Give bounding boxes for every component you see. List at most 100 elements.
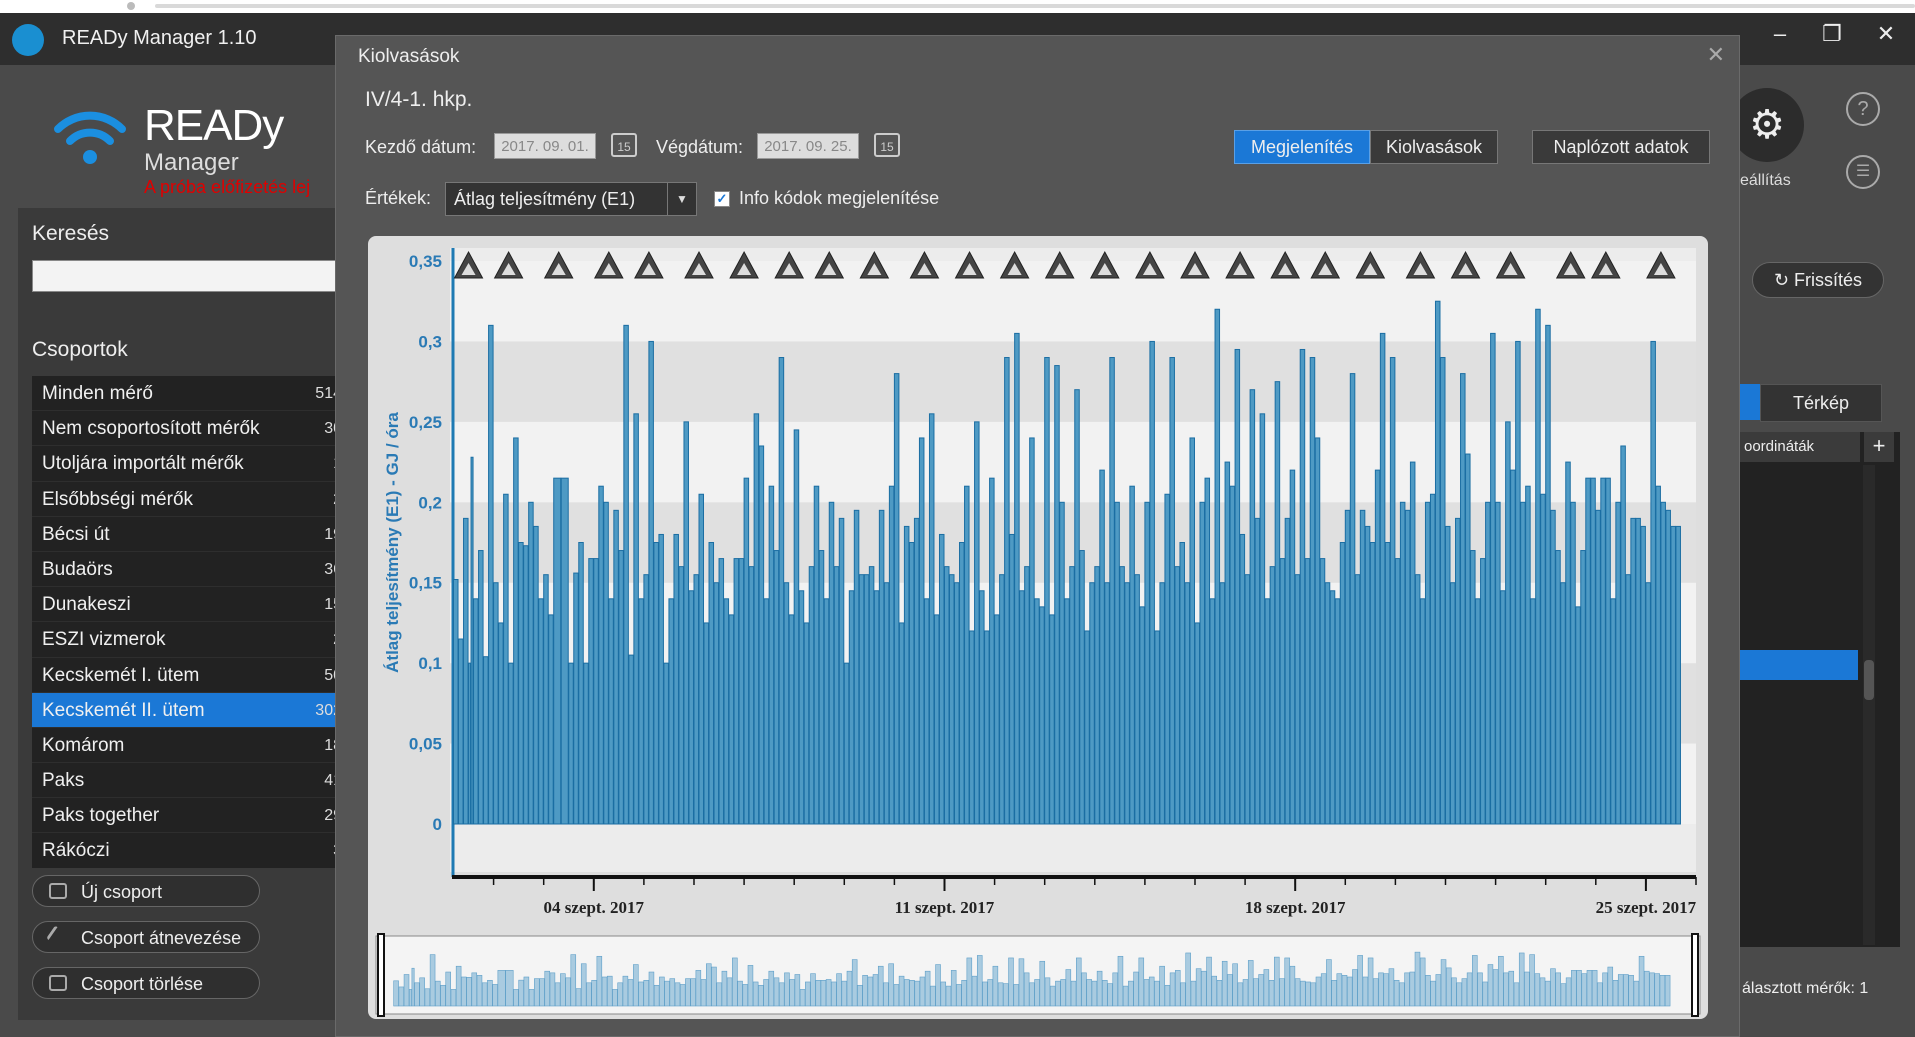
group-name: ESZI vizmerok bbox=[42, 629, 166, 651]
data-bar bbox=[608, 598, 614, 825]
group-item[interactable]: Komárom 18 bbox=[32, 728, 352, 764]
dialog-title: Kiolvasások bbox=[358, 46, 460, 67]
data-bar bbox=[1124, 582, 1130, 825]
group-item[interactable]: Utoljára importált mérők1 bbox=[32, 446, 352, 482]
data-bar bbox=[1304, 558, 1311, 825]
navigator-bar bbox=[513, 989, 519, 1007]
tab-readings[interactable]: Kiolvasások bbox=[1370, 130, 1498, 164]
navigator-bar bbox=[1211, 975, 1218, 1007]
navigator-bar bbox=[1503, 972, 1509, 1007]
navigator-bar bbox=[1268, 980, 1275, 1007]
data-bar bbox=[883, 582, 890, 825]
y-tick-label: 0,2 bbox=[418, 493, 442, 512]
map-tab[interactable]: Térkép bbox=[1760, 384, 1882, 422]
group-item[interactable]: Paks 41 bbox=[32, 763, 352, 799]
tab-display[interactable]: Megjelenítés bbox=[1234, 130, 1370, 164]
group-item[interactable]: Kecskemét I. ütem 50 bbox=[32, 658, 352, 693]
navigator-bar bbox=[575, 988, 582, 1007]
data-bar bbox=[1585, 477, 1591, 825]
navigator-bar bbox=[1258, 974, 1264, 1007]
data-bar bbox=[743, 477, 750, 825]
logged-data-button[interactable]: Naplózott adatok bbox=[1532, 130, 1710, 164]
data-bar bbox=[954, 582, 960, 825]
data-bar bbox=[893, 373, 900, 825]
options-list-icon[interactable]: ☰ bbox=[1846, 155, 1880, 189]
end-date-input[interactable]: 2017. 09. 25. bbox=[757, 133, 859, 159]
settings-gear-icon[interactable]: ⚙ bbox=[1730, 88, 1804, 162]
navigator-right-handle[interactable] bbox=[1691, 933, 1699, 1017]
navigator-bar bbox=[940, 981, 947, 1007]
data-bar bbox=[1470, 550, 1476, 825]
data-bar bbox=[989, 477, 995, 825]
navigator-bar bbox=[805, 981, 811, 1007]
data-bar bbox=[1319, 558, 1326, 825]
data-bar bbox=[653, 542, 659, 825]
navigator-bar bbox=[1576, 970, 1582, 1007]
navigator-bar bbox=[622, 975, 629, 1007]
start-date-input[interactable]: 2017. 09. 01. bbox=[494, 133, 596, 159]
navigator-bar bbox=[1128, 980, 1134, 1007]
data-bar bbox=[573, 572, 579, 825]
search-input[interactable] bbox=[32, 260, 354, 292]
data-bar bbox=[1329, 590, 1336, 825]
navigator-left-handle[interactable] bbox=[377, 933, 385, 1017]
navigator-bar bbox=[1044, 977, 1051, 1007]
help-icon[interactable]: ? bbox=[1846, 92, 1880, 126]
data-bar bbox=[1254, 517, 1261, 825]
data-bar bbox=[1294, 574, 1301, 825]
navigator-bar bbox=[445, 971, 451, 1007]
data-bar bbox=[1444, 525, 1451, 825]
group-item[interactable]: Minden mérő 514 bbox=[32, 376, 352, 412]
data-bar bbox=[1184, 582, 1190, 825]
restore-button[interactable]: ❐ bbox=[1812, 21, 1852, 47]
data-bar bbox=[533, 525, 539, 825]
data-bar bbox=[773, 550, 780, 825]
minimize-button[interactable]: – bbox=[1760, 21, 1800, 47]
data-bar bbox=[1655, 485, 1661, 825]
group-item[interactable]: Dunakeszi 15 bbox=[32, 587, 352, 623]
data-bar bbox=[1244, 574, 1251, 825]
data-bar bbox=[688, 590, 694, 825]
end-calendar-icon[interactable]: 15 bbox=[874, 133, 900, 157]
navigator-bar bbox=[679, 984, 686, 1007]
group-item[interactable]: Budaörs 36 bbox=[32, 552, 352, 588]
data-bar bbox=[1455, 517, 1461, 825]
data-bar bbox=[1645, 582, 1651, 825]
start-calendar-icon[interactable]: 15 bbox=[611, 133, 637, 157]
new-group-button[interactable]: Új csoport bbox=[32, 875, 260, 907]
navigator-bar bbox=[784, 972, 790, 1007]
refresh-button[interactable]: ↻ Frissítés bbox=[1752, 262, 1884, 298]
group-item[interactable]: Kecskemét II. ütem 302 bbox=[32, 692, 352, 728]
group-item[interactable]: ESZI vizmerok2 bbox=[32, 622, 352, 658]
navigator-bar bbox=[872, 974, 879, 1007]
data-bar bbox=[1369, 542, 1376, 825]
navigator-bar bbox=[1435, 974, 1442, 1007]
selected-meter-row[interactable] bbox=[1740, 650, 1858, 680]
close-button[interactable]: ✕ bbox=[1866, 21, 1906, 47]
navigator-bar bbox=[685, 978, 691, 1007]
info-codes-checkbox[interactable]: ✓ bbox=[714, 191, 730, 207]
delete-group-button[interactable]: Csoport törlése bbox=[32, 967, 260, 999]
navigator-bar bbox=[1336, 973, 1343, 1007]
group-item[interactable]: Paks together 29 bbox=[32, 798, 352, 834]
data-bar bbox=[1234, 348, 1241, 825]
navigator-bar bbox=[1096, 970, 1103, 1007]
rename-group-button[interactable]: Csoport átnevezése bbox=[32, 921, 260, 953]
values-select[interactable]: Átlag teljesítmény (E1) ▼ bbox=[445, 182, 697, 216]
navigator-bar bbox=[1237, 982, 1244, 1007]
data-bar bbox=[1510, 469, 1516, 825]
data-bar bbox=[1339, 542, 1346, 825]
data-bar bbox=[1139, 606, 1145, 825]
group-item[interactable]: Elsőbbségi mérők2 bbox=[32, 482, 352, 517]
list-tab[interactable] bbox=[1740, 384, 1760, 420]
group-item[interactable]: Nem csoportosított mérők 30 bbox=[32, 411, 352, 447]
add-column-button[interactable]: + bbox=[1864, 432, 1894, 462]
navigator-bar bbox=[1399, 982, 1405, 1007]
navigator-bar bbox=[1180, 982, 1186, 1007]
group-item[interactable]: Bécsi út 19 bbox=[32, 517, 352, 552]
group-item[interactable]: Rákóczi3 bbox=[32, 833, 352, 868]
meter-list-scrollbar[interactable] bbox=[1863, 465, 1875, 945]
navigator-bar bbox=[711, 966, 717, 1007]
coords-column-header[interactable]: oordináták bbox=[1740, 432, 1860, 462]
dialog-close-icon[interactable]: ✕ bbox=[1707, 42, 1725, 68]
